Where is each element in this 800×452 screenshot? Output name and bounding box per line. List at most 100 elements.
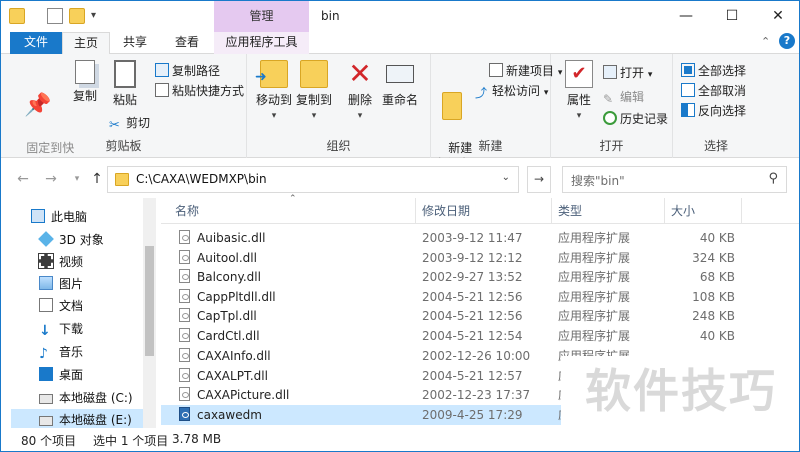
organize-group: ➜ 移动到 ▾ 复制到 ▾ ✕ 删除 ▾ 重命名 组织: [247, 54, 431, 158]
edit-icon: ✎: [603, 92, 614, 106]
window-title: bin: [321, 9, 340, 23]
paste-shortcut-icon: [155, 83, 169, 97]
minimize-button[interactable]: —: [663, 1, 709, 32]
search-icon[interactable]: ⚲: [768, 171, 778, 186]
nav-item-this-pc[interactable]: 此电脑: [31, 206, 87, 228]
application-icon: [179, 407, 190, 421]
go-arrow-icon[interactable]: →: [527, 166, 551, 193]
new-group-label: 新建: [478, 139, 503, 153]
collapse-ribbon-icon[interactable]: ⌃: [761, 35, 770, 48]
folder-icon: [115, 173, 129, 186]
rename-button[interactable]: 重命名: [379, 60, 421, 108]
column-header-date[interactable]: 修改日期: [416, 198, 552, 224]
download-icon: ↓: [39, 323, 51, 339]
new-group: 新建 文件夹 新建项目 ▾ ⤴轻松访问 ▾ 新建: [431, 54, 562, 171]
tab-view[interactable]: 查看: [160, 32, 214, 54]
paste-button[interactable]: 粘贴: [107, 60, 143, 108]
nav-item-videos[interactable]: 视频: [38, 251, 83, 273]
nav-item-label: 下载: [59, 322, 84, 336]
file-name: CAXALPT.dll: [197, 369, 268, 383]
nav-item-desktop[interactable]: 桌面: [39, 364, 83, 386]
paste-shortcut-button[interactable]: 粘贴快捷方式: [155, 82, 244, 100]
properties-quick-icon[interactable]: [47, 8, 63, 24]
properties-button[interactable]: ✔ 属性 ▾: [561, 60, 597, 124]
search-input[interactable]: 搜索"bin" ⚲: [562, 166, 787, 193]
copy-to-icon: [300, 60, 328, 88]
nav-item-music[interactable]: ♪ 音乐: [39, 341, 83, 363]
copy-to-button[interactable]: 复制到 ▾: [295, 60, 333, 124]
file-row[interactable]: CardCtl.dll 2004-5-21 12:54 应用程序扩展 40 KB: [161, 326, 799, 346]
nav-item-downloads[interactable]: ↓ 下载: [39, 318, 83, 340]
forward-arrow-icon[interactable]: →: [41, 170, 61, 188]
nav-item-drive-c[interactable]: 本地磁盘 (C:): [39, 387, 133, 409]
column-header-type[interactable]: 类型: [552, 198, 665, 224]
close-button[interactable]: ✕: [755, 1, 799, 32]
dll-file-icon: [179, 308, 190, 322]
select-none-button[interactable]: 全部取消: [681, 82, 746, 100]
nav-item-label: 3D 对象: [59, 233, 104, 247]
desktop-icon: [39, 367, 53, 381]
file-date: 2003-9-12 11:47: [422, 231, 523, 245]
file-row[interactable]: CapTpl.dll 2004-5-21 12:56 应用程序扩展 248 KB: [161, 306, 799, 326]
file-date: 2004-5-21 12:57: [422, 369, 523, 383]
nav-scrollbar[interactable]: [143, 198, 156, 428]
new-folder-quick-icon[interactable]: [69, 8, 85, 24]
easy-access-label: 轻松访问: [492, 84, 541, 98]
nav-scrollbar-thumb[interactable]: [145, 246, 154, 356]
file-row[interactable]: Auitool.dll 2003-9-12 12:12 应用程序扩展 324 K…: [161, 248, 799, 268]
address-dropdown-chevron-icon[interactable]: ⌄: [502, 172, 510, 183]
nav-item-label: 文档: [59, 299, 84, 313]
invert-selection-button[interactable]: 反向选择: [681, 102, 746, 120]
cut-button[interactable]: ✂ 剪切: [109, 114, 150, 133]
file-type: 应用程序扩展: [558, 270, 631, 284]
file-row[interactable]: Auibasic.dll 2003-9-12 11:47 应用程序扩展 40 K…: [161, 228, 799, 248]
move-to-button[interactable]: ➜ 移动到 ▾: [255, 60, 293, 124]
dll-file-icon: [179, 269, 190, 283]
nav-item-pictures[interactable]: 图片: [39, 273, 83, 295]
column-header-size[interactable]: 大小: [665, 198, 742, 224]
select-group: 全部选择 全部取消 反向选择 选择: [673, 54, 759, 158]
nav-item-documents[interactable]: 文档: [39, 295, 83, 317]
search-placeholder: 搜索"bin": [571, 174, 625, 188]
nav-item-label: 本地磁盘 (C:): [59, 391, 133, 405]
tab-share[interactable]: 共享: [110, 32, 160, 54]
drive-icon: [39, 394, 53, 404]
back-arrow-icon[interactable]: ←: [13, 170, 33, 188]
dll-file-icon: [179, 368, 190, 382]
file-size: 324 KB: [692, 251, 735, 265]
select-none-icon: [681, 83, 695, 97]
nav-item-3d-objects[interactable]: 3D 对象: [38, 229, 104, 251]
open-button[interactable]: 打开 ▾: [603, 64, 652, 82]
easy-access-button[interactable]: ⤴ 轻松访问 ▾: [475, 82, 548, 100]
tab-home[interactable]: 主页: [62, 32, 110, 55]
select-all-button[interactable]: 全部选择: [681, 62, 746, 80]
tab-application-tools[interactable]: 应用程序工具: [214, 32, 309, 54]
file-row[interactable]: CappPltdll.dll 2004-5-21 12:56 应用程序扩展 10…: [161, 287, 799, 307]
up-arrow-icon[interactable]: ↑: [87, 170, 107, 188]
file-type: 应用程序扩展: [558, 290, 631, 304]
file-type: 应用程序扩展: [558, 329, 631, 343]
dll-file-icon: [179, 328, 190, 342]
open-icon: [603, 65, 617, 79]
maximize-button[interactable]: ☐: [709, 1, 755, 32]
clipboard-group: 📌 固定到快 速访问 复制 粘贴 复制路径 粘贴快捷方式 ✂剪切 剪贴板: [1, 54, 247, 171]
new-folder-icon: [442, 92, 462, 120]
customize-dropdown-icon[interactable]: ▾: [91, 8, 107, 24]
file-date: 2009-4-25 17:29: [422, 408, 523, 422]
edit-button[interactable]: ✎ 编辑: [603, 88, 644, 106]
navigation-pane: 此电脑 3D 对象 视频 图片 文档 ↓ 下载 ♪ 音乐 桌面 本地磁盘 (C:) …: [1, 198, 156, 431]
delete-button[interactable]: ✕ 删除 ▾: [343, 60, 377, 124]
open-group-label: 打开: [599, 139, 624, 153]
copy-path-button[interactable]: 复制路径: [155, 62, 220, 80]
file-row[interactable]: Balcony.dll 2002-9-27 13:52 应用程序扩展 68 KB: [161, 267, 799, 287]
recent-locations-chevron-icon[interactable]: ▾: [67, 170, 87, 188]
copy-button[interactable]: 复制: [67, 60, 103, 104]
history-button[interactable]: 历史记录: [603, 110, 668, 128]
nav-item-label: 桌面: [59, 368, 84, 382]
invert-selection-label: 反向选择: [698, 104, 747, 118]
address-input[interactable]: C:\CAXA\WEDMXP\bin ⌄: [107, 166, 519, 193]
dll-file-icon: [179, 387, 190, 401]
invert-selection-icon: [681, 103, 695, 117]
help-icon[interactable]: ?: [779, 33, 795, 49]
tab-file[interactable]: 文件: [10, 32, 62, 54]
